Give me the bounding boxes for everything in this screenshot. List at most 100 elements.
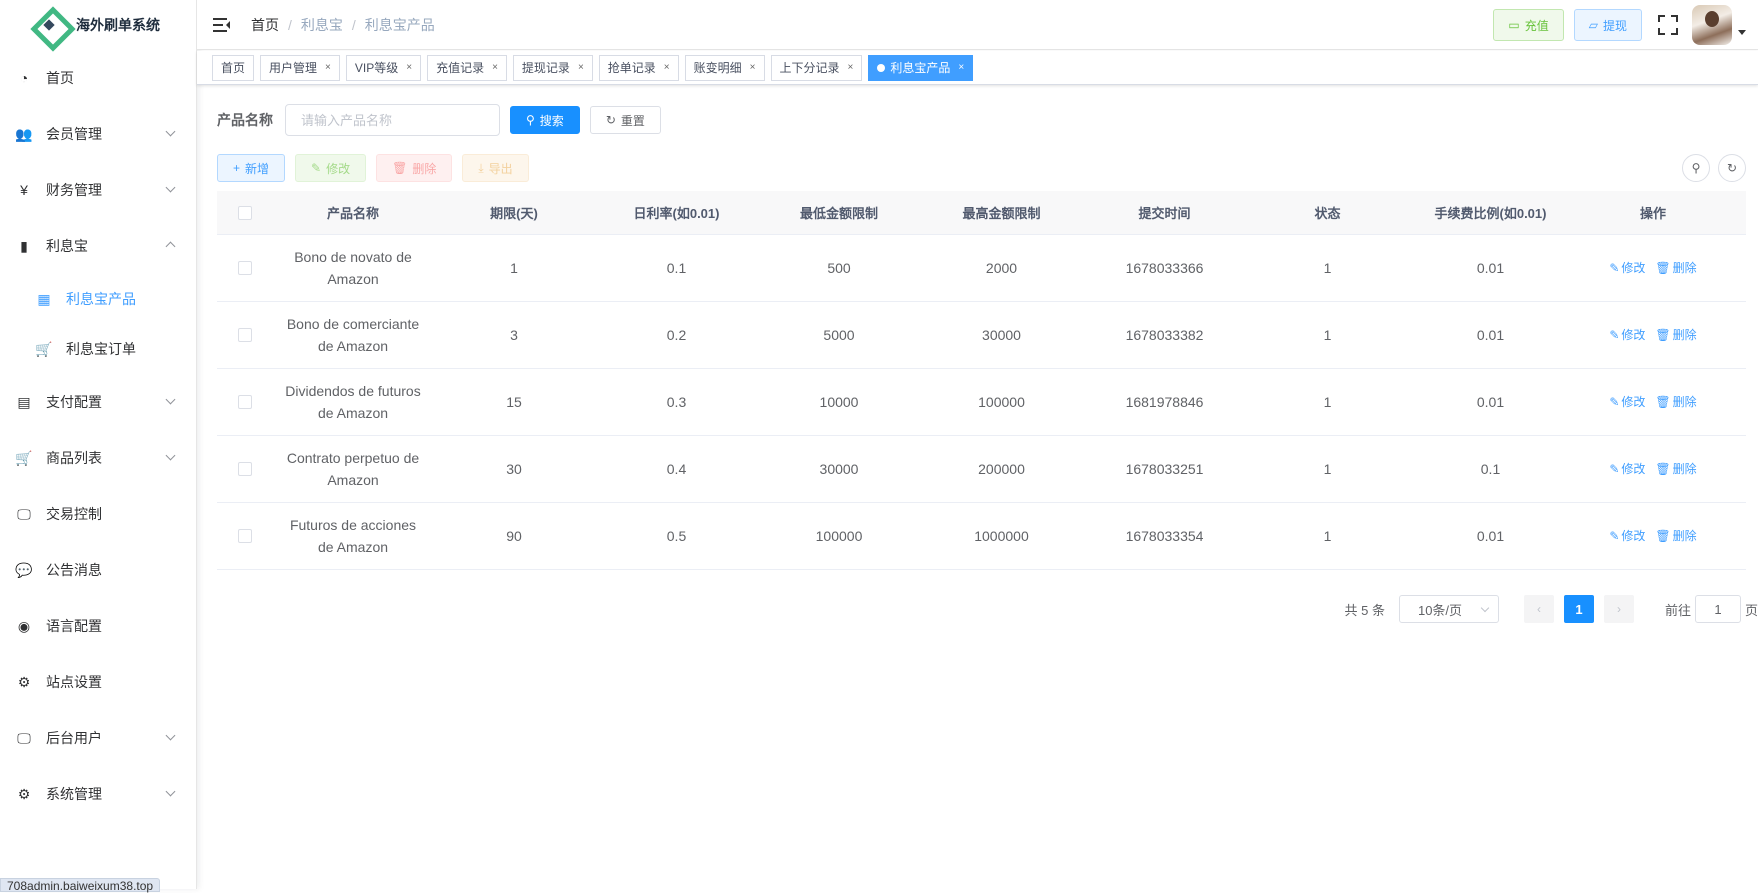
close-icon[interactable]: ×: [492, 62, 498, 73]
row-edit-button[interactable]: ✎修改: [1609, 324, 1645, 346]
delete-button[interactable]: 🗑 删除: [376, 154, 452, 182]
cell-fee: 0.01: [1409, 257, 1572, 279]
recharge-button[interactable]: ▭ 充值: [1493, 9, 1563, 41]
sidebar-item-5[interactable]: 🛒 商品列表: [0, 430, 196, 486]
goto-suffix: 页: [1745, 600, 1758, 619]
reset-button[interactable]: ↻ 重置: [590, 106, 661, 134]
row-delete-button[interactable]: 🗑删除: [1655, 458, 1696, 480]
edit-button[interactable]: ✎ 修改: [295, 154, 366, 182]
close-icon[interactable]: ×: [578, 62, 584, 73]
product-name-input[interactable]: [285, 104, 500, 136]
cell-days: 30: [433, 458, 595, 480]
folder-icon: ▱: [1589, 18, 1598, 32]
row-checkbox[interactable]: [238, 529, 252, 543]
next-page-button[interactable]: ›: [1604, 595, 1634, 623]
column-header: 操作: [1572, 203, 1734, 222]
close-icon[interactable]: ×: [406, 62, 412, 73]
tag-8[interactable]: 利息宝产品 ×: [868, 55, 973, 81]
refresh-table-icon[interactable]: ↻: [1718, 154, 1746, 182]
tag-3[interactable]: 充值记录×: [427, 55, 507, 81]
tag-5[interactable]: 抢单记录×: [599, 55, 679, 81]
hamburger-icon[interactable]: [213, 17, 231, 33]
toggle-search-icon[interactable]: ⚲: [1682, 154, 1710, 182]
add-button[interactable]: + 新增: [217, 154, 285, 182]
row-checkbox[interactable]: [238, 462, 252, 476]
tag-2[interactable]: VIP等级×: [346, 55, 421, 81]
cell-fee: 0.1: [1409, 458, 1572, 480]
cell-min: 10000: [758, 391, 920, 413]
gear-icon: ⚙: [16, 674, 32, 690]
tag-0[interactable]: 首页: [212, 55, 254, 81]
page-number-button[interactable]: 1: [1564, 595, 1594, 623]
edit-icon: ✎: [1609, 458, 1619, 480]
sidebar-item-0[interactable]: ◔ 首页: [0, 50, 196, 106]
tag-7[interactable]: 上下分记录×: [771, 55, 863, 81]
prev-page-button[interactable]: ‹: [1524, 595, 1554, 623]
cell-min: 5000: [758, 324, 920, 346]
withdraw-button[interactable]: ▱ 提现: [1574, 9, 1642, 41]
row-checkbox[interactable]: [238, 395, 252, 409]
sidebar-item-4[interactable]: ▤ 支付配置: [0, 374, 196, 430]
sidebar-item-label: 利息宝: [46, 236, 88, 256]
select-all-checkbox[interactable]: [238, 206, 252, 220]
fullscreen-icon[interactable]: [1658, 15, 1678, 35]
row-edit-button[interactable]: ✎修改: [1609, 525, 1645, 547]
avatar[interactable]: [1692, 5, 1732, 45]
close-icon[interactable]: ×: [325, 62, 331, 73]
row-edit-button[interactable]: ✎修改: [1609, 257, 1645, 279]
sidebar-item-3[interactable]: ▮ 利息宝: [0, 218, 196, 274]
close-icon[interactable]: ×: [664, 62, 670, 73]
dashboard-icon: ◔: [16, 70, 32, 86]
table-body: Bono de novato de Amazon10.1500200016780…: [217, 235, 1746, 570]
breadcrumb-home[interactable]: 首页: [251, 15, 279, 35]
breadcrumb-current: 利息宝产品: [365, 15, 435, 35]
logo[interactable]: 海外刷单系统: [0, 0, 196, 50]
export-button[interactable]: ⤓ 导出: [462, 154, 528, 182]
cart-icon: 🛒: [16, 450, 32, 466]
sidebar-item-9[interactable]: ⚙ 站点设置: [0, 654, 196, 710]
row-delete-button[interactable]: 🗑删除: [1655, 324, 1696, 346]
row-edit-button[interactable]: ✎修改: [1609, 458, 1645, 480]
sidebar-item-1[interactable]: 👥 会员管理: [0, 106, 196, 162]
search-button[interactable]: ⚲ 搜索: [510, 106, 580, 134]
sidebar-subitem-3-1[interactable]: 🛒 利息宝订单: [0, 324, 196, 374]
row-delete-button[interactable]: 🗑删除: [1655, 257, 1696, 279]
sidebar-item-2[interactable]: ¥ 财务管理: [0, 162, 196, 218]
cell-days: 1: [433, 257, 595, 279]
row-delete-button[interactable]: 🗑删除: [1655, 391, 1696, 413]
sidebar-item-10[interactable]: 🖵 后台用户: [0, 710, 196, 766]
goto-page-input[interactable]: [1695, 595, 1741, 623]
tag-1[interactable]: 用户管理×: [260, 55, 340, 81]
active-dot-icon: [877, 64, 885, 72]
close-icon[interactable]: ×: [958, 62, 964, 73]
trash-icon: 🗑: [1655, 458, 1670, 480]
tag-4[interactable]: 提现记录 ×: [513, 55, 593, 81]
close-icon[interactable]: ×: [848, 62, 854, 73]
cell-rate: 0.5: [595, 525, 758, 547]
sidebar-item-7[interactable]: 💬 公告消息: [0, 542, 196, 598]
page-size-select[interactable]: 10条/页: [1399, 595, 1499, 623]
tag-label: 首页: [221, 59, 245, 76]
row-edit-button[interactable]: ✎修改: [1609, 391, 1645, 413]
row-checkbox[interactable]: [238, 328, 252, 342]
cell-min: 30000: [758, 458, 920, 480]
sidebar-item-8[interactable]: ◉ 语言配置: [0, 598, 196, 654]
cell-status: 1: [1246, 324, 1409, 346]
row-delete-button[interactable]: 🗑删除: [1655, 525, 1696, 547]
sidebar-item-6[interactable]: 🖵 交易控制: [0, 486, 196, 542]
row-checkbox[interactable]: [238, 261, 252, 275]
sidebar-item-11[interactable]: ⚙ 系统管理: [0, 766, 196, 822]
column-header: 日利率(如0.01): [595, 203, 758, 222]
sidebar-subitem-3-0[interactable]: ▦ 利息宝产品: [0, 274, 196, 324]
cell-fee: 0.01: [1409, 525, 1572, 547]
cell-min: 500: [758, 257, 920, 279]
caret-down-icon[interactable]: [1738, 30, 1746, 35]
column-header: 产品名称: [273, 203, 433, 222]
logo-icon: [32, 8, 66, 42]
tag-label: 利息宝产品: [890, 59, 950, 76]
tag-6[interactable]: 账变明细 ×: [685, 55, 765, 81]
tag-label: 账变明细: [694, 59, 742, 76]
close-icon[interactable]: ×: [750, 62, 756, 73]
cell-status: 1: [1246, 458, 1409, 480]
tag-label: 提现记录: [522, 59, 570, 76]
